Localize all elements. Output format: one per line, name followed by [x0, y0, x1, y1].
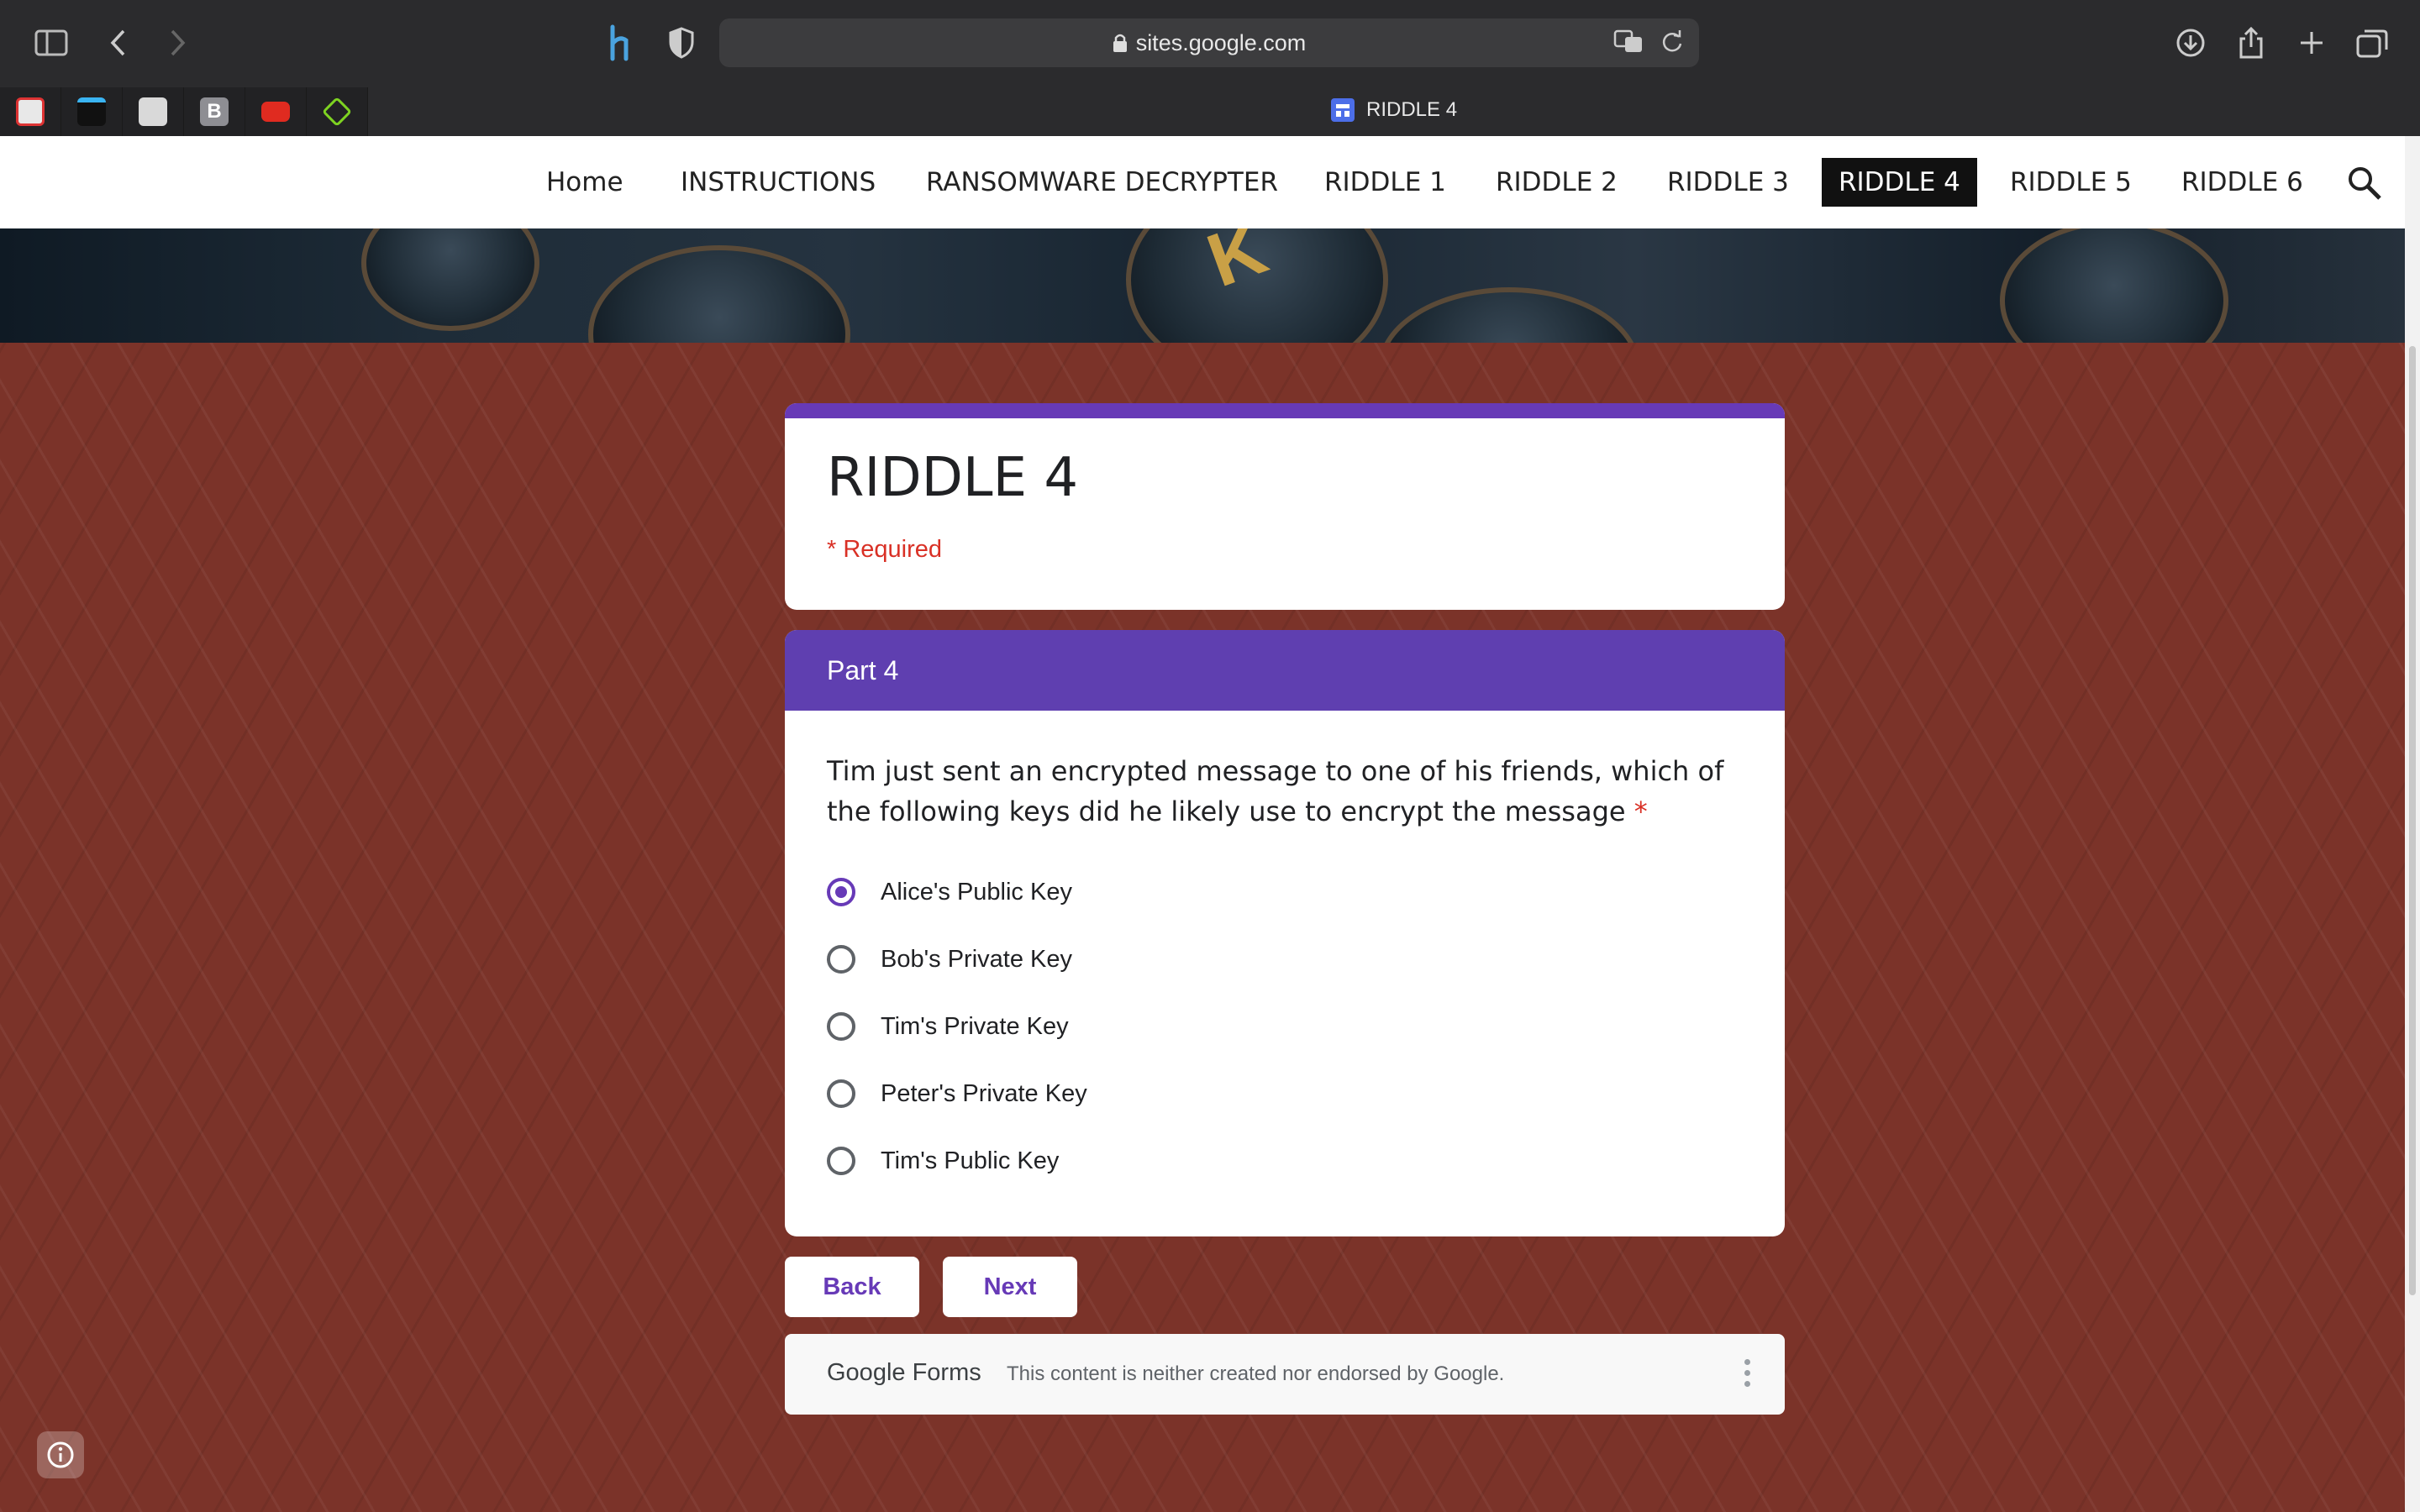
translate-icon[interactable]: [1613, 29, 1644, 54]
question-label: Tim just sent an encrypted message to on…: [827, 755, 1724, 827]
option-label: Alice's Public Key: [881, 878, 1072, 906]
option-tims-private-key[interactable]: Tim's Private Key: [827, 1008, 1069, 1045]
radio-button-selected[interactable]: [827, 878, 855, 906]
google-forms-logo[interactable]: Google Forms: [827, 1359, 981, 1387]
sidebar-toggle-icon[interactable]: [30, 22, 72, 64]
radio-button[interactable]: [827, 1147, 855, 1175]
b-app-icon: B: [200, 97, 229, 126]
pinned-tab[interactable]: B: [184, 87, 245, 136]
option-tims-public-key[interactable]: Tim's Public Key: [827, 1142, 1059, 1179]
forms-footer: Google Forms This content is neither cre…: [785, 1334, 1785, 1415]
nav-item-instructions[interactable]: INSTRUCTIONS: [664, 158, 892, 207]
site-nav: Home INSTRUCTIONS RANSOMWARE DECRYPTER R…: [0, 136, 2405, 228]
mascot-icon: [139, 97, 167, 126]
nav-item-riddle-4[interactable]: RIDDLE 4: [1822, 158, 1977, 207]
nav-item-riddle-3[interactable]: RIDDLE 3: [1650, 158, 1806, 207]
nav-item-riddle-1[interactable]: RIDDLE 1: [1307, 158, 1463, 207]
form-title-card: RIDDLE 4 * Required: [785, 403, 1785, 610]
header-banner-image: K: [0, 228, 2405, 343]
required-note: * Required: [827, 536, 943, 563]
nav-item-ransomware-decrypter[interactable]: RANSOMWARE DECRYPTER: [909, 158, 1295, 207]
typewriter-key: [1378, 287, 1640, 343]
question-text: Tim just sent an encrypted message to on…: [827, 751, 1743, 832]
footer-disclaimer: This content is neither created nor endo…: [1007, 1362, 1505, 1385]
tab-strip: B RIDDLE 4: [0, 87, 2420, 136]
typewriter-key: [2000, 228, 2228, 343]
tab-title: RIDDLE 4: [1366, 98, 1458, 121]
scrollbar[interactable]: [2405, 136, 2420, 1512]
typewriter-key: [361, 228, 539, 331]
option-peters-private-key[interactable]: Peter's Private Key: [827, 1075, 1087, 1112]
url-text: sites.google.com: [1135, 29, 1307, 55]
radio-button[interactable]: [827, 1012, 855, 1041]
next-button[interactable]: Next: [943, 1257, 1077, 1317]
option-alices-public-key[interactable]: Alice's Public Key: [827, 874, 1072, 911]
new-tab-icon[interactable]: [2291, 22, 2333, 64]
option-bobs-private-key[interactable]: Bob's Private Key: [827, 941, 1072, 978]
forward-nav-icon[interactable]: [156, 22, 198, 64]
option-label: Bob's Private Key: [881, 945, 1072, 973]
share-icon[interactable]: [2230, 22, 2272, 64]
youtube-icon: [261, 102, 290, 122]
option-label: Peter's Private Key: [881, 1079, 1087, 1107]
form-title: RIDDLE 4: [827, 447, 1079, 509]
pinned-tab[interactable]: [123, 87, 184, 136]
option-label: Tim's Private Key: [881, 1012, 1069, 1040]
site-info-button[interactable]: [37, 1431, 84, 1478]
pinned-tab[interactable]: [0, 87, 61, 136]
tab-overview-icon[interactable]: [2351, 22, 2393, 64]
nav-item-riddle-2[interactable]: RIDDLE 2: [1479, 158, 1634, 207]
reload-icon[interactable]: [1660, 29, 1684, 54]
back-button[interactable]: Back: [785, 1257, 919, 1317]
nav-item-riddle-5[interactable]: RIDDLE 5: [1993, 158, 2149, 207]
honey-extension-icon[interactable]: [600, 22, 642, 64]
shield-icon[interactable]: [660, 22, 702, 64]
pinned-tab[interactable]: [61, 87, 123, 136]
scrollbar-thumb[interactable]: [2409, 346, 2416, 1295]
active-tab[interactable]: RIDDLE 4: [1331, 98, 1457, 122]
section-title: Part 4: [785, 630, 1785, 711]
accent-bar: [785, 403, 1785, 418]
address-bar[interactable]: sites.google.com: [719, 18, 1699, 67]
terminal-icon: [77, 97, 106, 126]
radio-button[interactable]: [827, 945, 855, 974]
search-icon[interactable]: [2346, 165, 2383, 202]
required-star: *: [1634, 795, 1648, 827]
back-nav-icon[interactable]: [97, 22, 139, 64]
nav-item-home[interactable]: Home: [529, 158, 640, 207]
browser-toolbar: sites.google.com: [0, 0, 2420, 86]
cube-icon: [321, 96, 353, 128]
browser-chrome: sites.google.com B RIDDLE 4: [0, 0, 2420, 137]
lock-icon: [1113, 34, 1127, 52]
pinned-tab[interactable]: [245, 87, 307, 136]
form-section-card: Part 4 Tim just sent an encrypted messag…: [785, 630, 1785, 1236]
radio-button[interactable]: [827, 1079, 855, 1108]
info-icon: [47, 1441, 74, 1468]
google-sites-icon: [1331, 98, 1355, 122]
pinned-tabs: B: [0, 87, 368, 136]
cloud-app-icon: [16, 97, 45, 126]
typewriter-key: [588, 245, 850, 343]
pinned-tab[interactable]: [307, 87, 368, 136]
downloads-icon[interactable]: [2170, 22, 2212, 64]
more-options-icon[interactable]: [1744, 1359, 1751, 1392]
option-label: Tim's Public Key: [881, 1147, 1060, 1174]
nav-item-riddle-6[interactable]: RIDDLE 6: [2165, 158, 2320, 207]
